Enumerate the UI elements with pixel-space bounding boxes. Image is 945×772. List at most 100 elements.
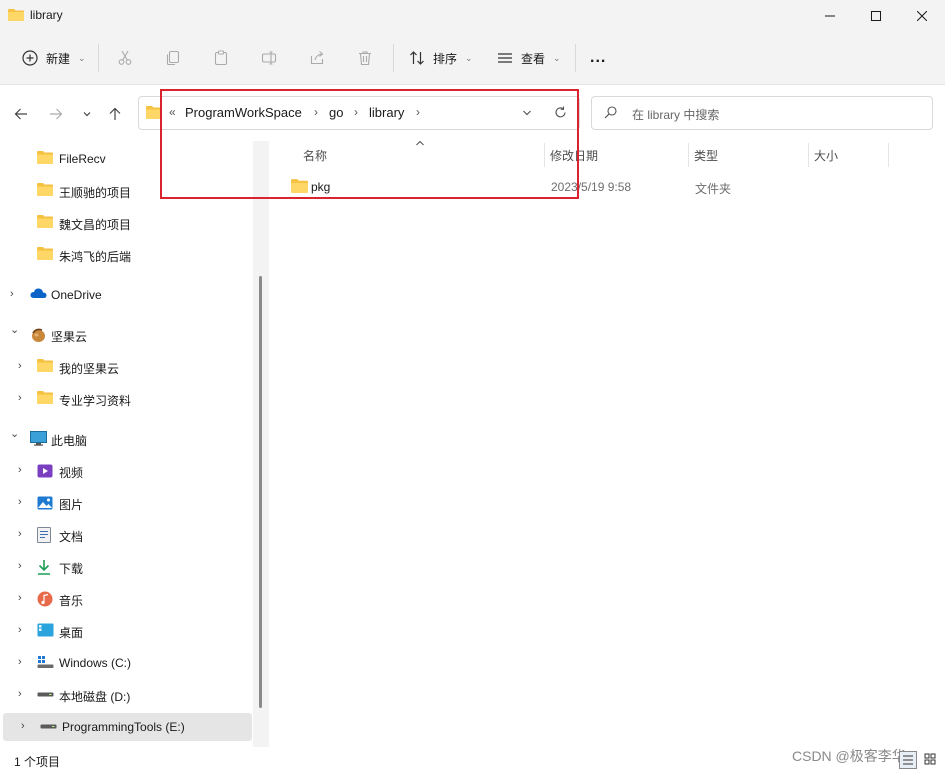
- breadcrumb-item[interactable]: go: [329, 105, 343, 120]
- chevron-right-icon[interactable]: ›: [18, 528, 28, 540]
- item-count: 1 个项目: [14, 755, 61, 769]
- column-header-size[interactable]: 大小: [814, 147, 838, 164]
- sidebar-item[interactable]: › 文档: [0, 521, 252, 549]
- new-label: 新建: [46, 51, 71, 66]
- up-button[interactable]: [104, 103, 126, 125]
- chevron-right-icon[interactable]: ›: [18, 656, 28, 668]
- chevron-right-icon[interactable]: ›: [354, 105, 358, 119]
- title-bar: library: [0, 0, 945, 32]
- delete-button[interactable]: [355, 42, 375, 74]
- video-icon: [37, 463, 53, 479]
- column-header-name[interactable]: 名称: [303, 147, 327, 164]
- sidebar-item[interactable]: › 桌面: [0, 617, 252, 645]
- sort-button[interactable]: 排序 ⌄: [407, 42, 473, 74]
- chevron-right-icon[interactable]: ›: [18, 688, 28, 700]
- sidebar-item-label: 朱鸿飞的后端: [59, 250, 132, 264]
- document-icon: [37, 527, 53, 543]
- sidebar-item[interactable]: › 视频: [0, 457, 252, 485]
- trash-icon: [355, 48, 375, 68]
- table-row[interactable]: pkg 2023/5/19 9:58 文件夹: [281, 175, 921, 199]
- sidebar-item[interactable]: › OneDrive: [0, 281, 252, 309]
- sidebar-scrollbar-thumb[interactable]: [259, 276, 262, 708]
- chevron-down-icon[interactable]: ⌄: [10, 323, 20, 336]
- sidebar-item-label: 本地磁盘 (D:): [59, 690, 131, 704]
- address-bar[interactable]: « ProgramWorkSpace › go › library ›: [138, 96, 580, 130]
- chevron-right-icon[interactable]: ›: [18, 592, 28, 604]
- chevron-right-icon[interactable]: ›: [314, 105, 318, 119]
- copy-icon: [163, 48, 183, 68]
- breadcrumb-item[interactable]: ProgramWorkSpace: [185, 105, 302, 120]
- sidebar-item[interactable]: › 下载: [0, 553, 252, 581]
- maximize-icon: [871, 11, 881, 21]
- chevron-right-icon[interactable]: ›: [18, 360, 28, 372]
- rename-button[interactable]: [259, 42, 279, 74]
- column-divider[interactable]: [888, 143, 889, 167]
- drive-icon: [37, 687, 54, 703]
- copy-button[interactable]: [163, 42, 183, 74]
- view-list-icon: [495, 48, 515, 68]
- column-divider[interactable]: [544, 143, 545, 167]
- sidebar-item[interactable]: › 本地磁盘 (D:): [0, 681, 252, 709]
- sidebar-item[interactable]: › ProgrammingTools (E:): [3, 713, 252, 741]
- sidebar-item-label: 魏文昌的项目: [59, 218, 132, 232]
- sidebar-item[interactable]: › Windows (C:): [0, 649, 252, 677]
- sidebar-item-label: 视频: [59, 466, 84, 480]
- sidebar-item[interactable]: › 我的坚果云: [0, 353, 252, 381]
- new-button[interactable]: 新建 ⌄: [20, 42, 86, 74]
- chevron-right-icon[interactable]: ›: [18, 560, 28, 572]
- chevron-right-icon[interactable]: ›: [18, 464, 28, 476]
- sidebar-item-label: 音乐: [59, 594, 84, 608]
- more-button[interactable]: ...: [590, 42, 606, 74]
- sidebar-item[interactable]: › 专业学习资料: [0, 385, 252, 413]
- chevron-down-icon[interactable]: [522, 108, 532, 118]
- close-button[interactable]: [899, 0, 945, 32]
- breadcrumb-overflow[interactable]: «: [169, 105, 176, 119]
- column-divider[interactable]: [808, 143, 809, 167]
- sidebar-item[interactable]: 朱鸿飞的后端: [0, 241, 252, 269]
- picture-icon: [37, 495, 53, 511]
- sidebar-item[interactable]: ⌄ 坚果云: [0, 321, 252, 349]
- refresh-icon[interactable]: [554, 106, 567, 119]
- column-header-type[interactable]: 类型: [694, 147, 718, 164]
- command-bar: 新建 ⌄ 排序 ⌄ 查看 ⌄ ...: [0, 32, 945, 85]
- chevron-down-icon: [83, 112, 91, 117]
- chevron-down-icon: ⌄: [553, 52, 561, 63]
- sidebar-item[interactable]: ⌄ 此电脑: [0, 425, 252, 453]
- minimize-button[interactable]: [807, 0, 853, 32]
- download-icon: [37, 559, 53, 575]
- navigation-pane: FileRecv 王顺驰的项目魏文昌的项目 朱鸿飞的后端 › OneDrive ⌄ 坚果云 ›…: [0, 139, 270, 749]
- watermark: CSDN @极客李华: [792, 748, 906, 764]
- column-header-modified[interactable]: 修改日期: [550, 147, 598, 164]
- sidebar-item[interactable]: › 音乐: [0, 585, 252, 613]
- chevron-right-icon[interactable]: ›: [21, 720, 31, 732]
- share-button[interactable]: [307, 42, 327, 74]
- tiles-view-button[interactable]: [922, 751, 940, 769]
- sidebar-item[interactable]: FileRecv: [0, 145, 252, 173]
- chevron-down-icon: ⌄: [78, 52, 86, 63]
- chevron-right-icon[interactable]: ›: [18, 496, 28, 508]
- breadcrumb-item[interactable]: library: [369, 105, 404, 120]
- column-divider[interactable]: [688, 143, 689, 167]
- sidebar-item[interactable]: › 图片: [0, 489, 252, 517]
- sidebar-item-label: FileRecv: [59, 152, 106, 166]
- details-view-button[interactable]: [899, 751, 917, 769]
- cut-button[interactable]: [115, 42, 135, 74]
- sidebar-item-label: 下载: [59, 562, 84, 576]
- sidebar-item[interactable]: 魏文昌的项目: [0, 209, 252, 237]
- chevron-down-icon[interactable]: ⌄: [10, 427, 20, 440]
- sidebar-item[interactable]: 王顺驰的项目: [0, 177, 252, 205]
- status-bar: 1 个项目 CSDN @极客李华: [0, 748, 945, 772]
- folder-icon: [37, 151, 53, 167]
- search-box[interactable]: 在 library 中搜索: [591, 96, 933, 130]
- chevron-right-icon[interactable]: ›: [18, 392, 28, 404]
- forward-button[interactable]: [45, 103, 67, 125]
- chevron-right-icon[interactable]: ›: [416, 105, 420, 119]
- view-button[interactable]: 查看 ⌄: [495, 42, 561, 74]
- chevron-right-icon[interactable]: ›: [18, 624, 28, 636]
- maximize-button[interactable]: [853, 0, 899, 32]
- recent-locations-button[interactable]: [76, 103, 98, 125]
- search-input[interactable]: 在 library 中搜索: [632, 106, 719, 123]
- paste-button[interactable]: [211, 42, 231, 74]
- back-button[interactable]: [10, 103, 32, 125]
- chevron-right-icon[interactable]: ›: [10, 288, 20, 300]
